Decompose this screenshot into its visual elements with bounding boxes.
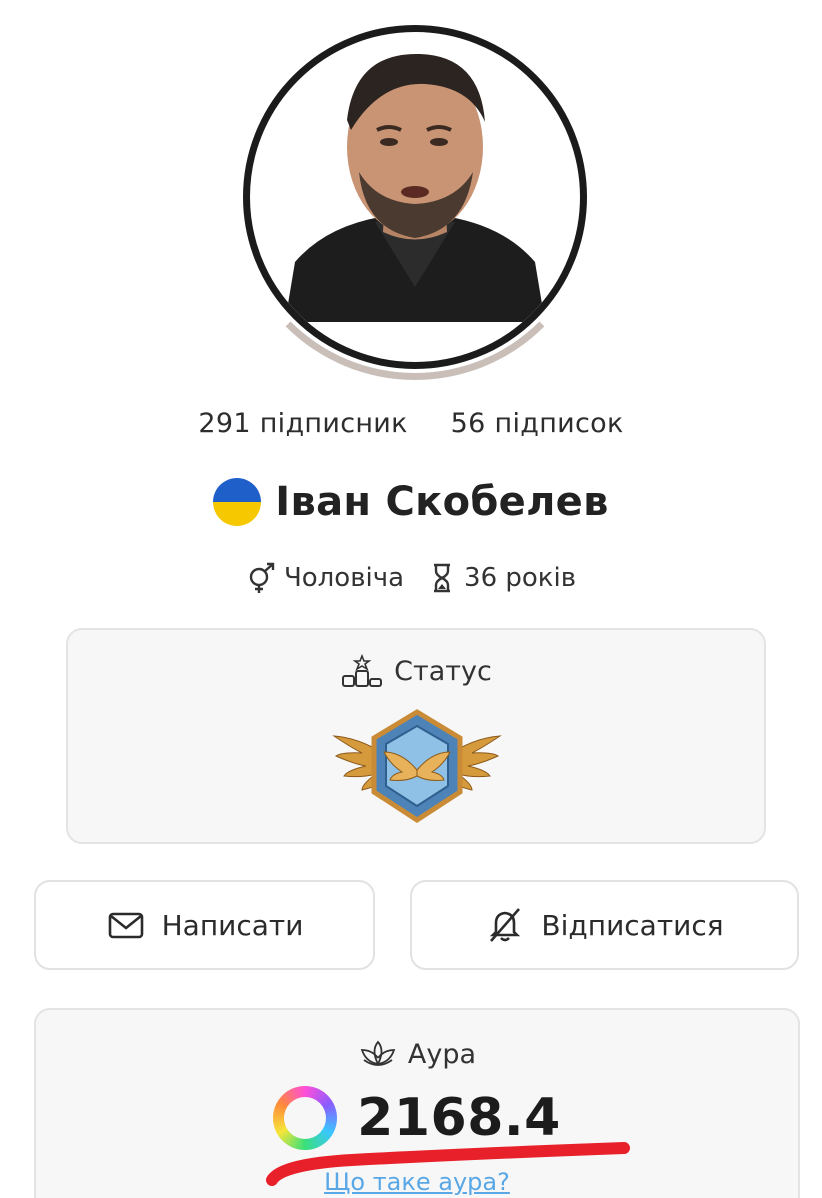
ukraine-flag-icon	[213, 478, 262, 526]
unsubscribe-button[interactable]: Відписатися	[410, 880, 799, 970]
winged-shield-badge-icon	[332, 709, 502, 823]
unsubscribe-label: Відписатися	[541, 908, 724, 942]
aura-score: 2168.4	[357, 1088, 561, 1148]
lotus-icon	[360, 1040, 396, 1067]
profile-page: 291 підписник 56 підписок Іван Скобелев …	[0, 0, 822, 1198]
male-gender-icon	[249, 562, 275, 593]
avatar-photo	[285, 42, 545, 322]
following-count[interactable]: 56 підписок	[451, 408, 624, 439]
aura-title: Аура	[407, 1038, 477, 1070]
aura-title-row: Аура	[36, 1038, 798, 1070]
envelope-icon	[108, 912, 143, 939]
age-label: 36 років	[464, 563, 577, 593]
status-title-row: Статус	[68, 654, 764, 688]
aura-score-row: 2168.4	[36, 1086, 798, 1150]
profile-meta: Чоловіча 36 років	[0, 562, 822, 594]
hourglass-icon	[434, 563, 451, 593]
what-is-aura-link[interactable]: Що таке аура?	[36, 1168, 798, 1196]
name-row: Іван Скобелев	[0, 478, 822, 526]
avatar[interactable]	[243, 25, 587, 369]
gender-label: Чоловіча	[283, 563, 405, 593]
bell-off-icon	[490, 908, 521, 942]
status-title: Статус	[394, 655, 492, 687]
aura-ring-icon	[273, 1086, 338, 1150]
gender-info: Чоловіча	[246, 562, 404, 594]
person-portrait	[285, 53, 545, 322]
aura-card: Аура 2168.4 Що таке аура?	[34, 1008, 800, 1198]
profile-name: Іван Скобелев	[275, 479, 609, 525]
podium-icon	[342, 654, 383, 687]
age-info: 36 років	[426, 562, 576, 594]
write-message-button[interactable]: Написати	[34, 880, 375, 970]
status-card: Статус	[66, 628, 766, 844]
write-message-label: Написати	[161, 908, 304, 942]
followers-count[interactable]: 291 підписник	[198, 408, 407, 439]
follow-stats: 291 підписник 56 підписок	[0, 408, 822, 439]
